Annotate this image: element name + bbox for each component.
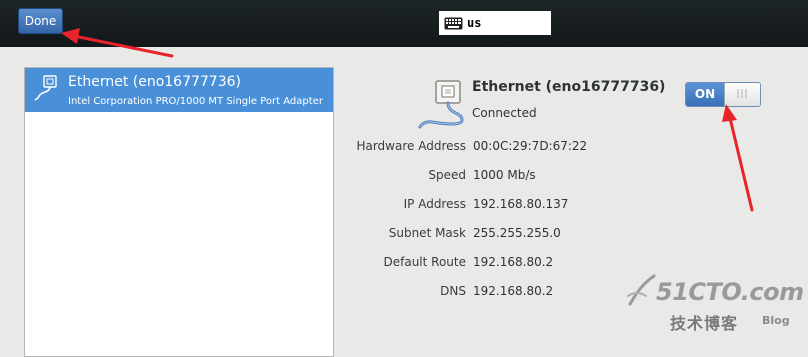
device-list-item-ethernet[interactable]: Ethernet (eno16777736) Intel Corporation… (25, 68, 333, 112)
hardware-address-value: 00:0C:29:7D:67:22 (473, 139, 588, 153)
default-route-label: Default Route (383, 255, 467, 269)
ethernet-icon (418, 80, 464, 129)
connection-status: Connected (472, 106, 537, 120)
keyboard-icon (444, 17, 463, 29)
dns-label: DNS (440, 284, 466, 298)
device-list: Ethernet (eno16777736) Intel Corporation… (24, 67, 334, 357)
keyboard-layout-indicator[interactable]: us (439, 11, 551, 35)
watermark-site: 51CTO.com (656, 278, 804, 306)
watermark-chinese: 技术博客 (670, 314, 739, 333)
done-button[interactable]: Done (18, 8, 63, 34)
device-list-item-description: Intel Corporation PRO/1000 MT Single Por… (68, 96, 323, 107)
ethernet-icon (34, 75, 57, 101)
subnet-mask-label: Subnet Mask (388, 226, 466, 240)
speed-label: Speed (428, 168, 466, 182)
toggle-on-label: ON (686, 83, 724, 106)
subnet-mask-value: 255.255.255.0 (473, 226, 561, 240)
ip-address-value: 192.168.80.137 (473, 197, 569, 211)
default-route-value: 192.168.80.2 (473, 255, 554, 269)
toggle-knob[interactable]: ||| (724, 83, 760, 106)
annotation-arrow-toggle (722, 104, 754, 212)
header-bar: Done us (0, 0, 808, 47)
dns-value: 192.168.80.2 (473, 284, 554, 298)
watermark-blog: Blog (762, 314, 790, 327)
device-list-item-name: Ethernet (eno16777736) (68, 74, 241, 90)
device-name: Ethernet (eno16777736) (472, 79, 666, 95)
hardware-address-label: Hardware Address (356, 139, 466, 153)
ip-address-label: IP Address (403, 197, 466, 211)
connection-toggle[interactable]: ON ||| (685, 82, 761, 107)
keyboard-layout-label: us (467, 16, 482, 30)
watermark: 51CTO.com 技术博客 Blog (626, 274, 804, 336)
watermark-logo-icon (627, 274, 656, 306)
speed-value: 1000 Mb/s (473, 168, 536, 182)
